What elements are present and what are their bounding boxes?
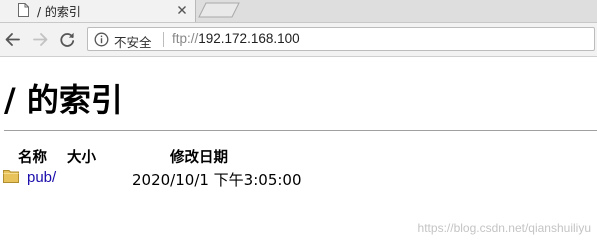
security-label[interactable]: 不安全 — [114, 32, 152, 51]
url-text[interactable]: ftp://192.172.168.100 — [172, 31, 300, 46]
watermark: https://blog.csdn.net/qianshuiliyu — [417, 221, 591, 235]
tab-strip: / 的索引 — [0, 0, 597, 23]
new-tab-button[interactable] — [198, 2, 240, 18]
column-header-size[interactable]: 大小 — [67, 146, 96, 167]
reload-icon[interactable] — [59, 31, 76, 48]
omnibox-divider — [163, 32, 164, 47]
info-icon[interactable] — [94, 32, 109, 47]
entry-modified: 2020/10/1 下午3:05:00 — [132, 171, 302, 189]
close-icon[interactable] — [176, 4, 188, 16]
column-header-modified[interactable]: 修改日期 — [170, 146, 228, 167]
toolbar: 不安全 ftp://192.172.168.100 — [0, 23, 597, 57]
folder-icon — [3, 170, 19, 183]
title-divider — [4, 130, 597, 131]
column-header-name[interactable]: 名称 — [18, 146, 47, 167]
tab-title: / 的索引 — [37, 5, 81, 19]
forward-arrow-icon[interactable] — [32, 31, 49, 48]
document-icon — [18, 3, 29, 17]
tab-index[interactable]: / 的索引 — [0, 0, 196, 22]
url-host: 192.172.168.100 — [198, 31, 300, 46]
entry-link-pub[interactable]: pub/ — [27, 169, 56, 186]
page-title: / 的索引 — [4, 81, 123, 119]
address-bar[interactable]: 不安全 ftp://192.172.168.100 — [87, 27, 595, 51]
url-scheme: ftp:// — [172, 31, 199, 46]
back-arrow-icon[interactable] — [4, 31, 21, 48]
